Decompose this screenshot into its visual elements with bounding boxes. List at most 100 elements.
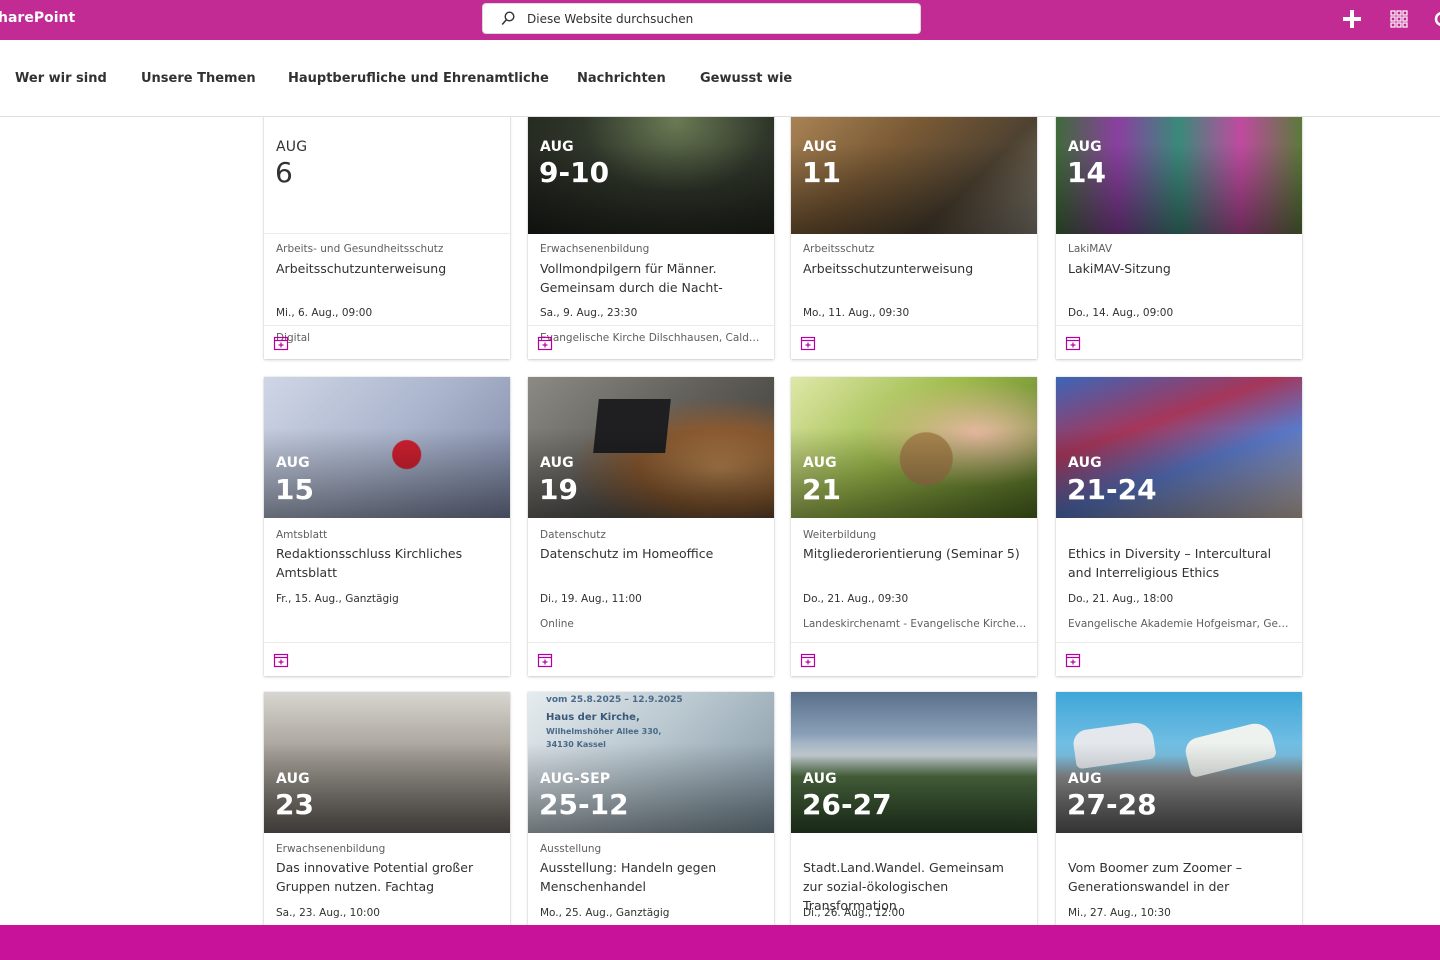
event-category: Erwachsenenbildung (276, 843, 386, 855)
event-card[interactable]: AUG 23 Erwachsenenbildung Das innovative… (264, 692, 510, 925)
nav-item-hauptberufliche[interactable]: Hauptberufliche und Ehrenamtliche (288, 71, 549, 86)
event-category: Arbeits- und Gesundheitsschutz (276, 243, 444, 255)
add-to-calendar-icon[interactable] (273, 652, 289, 668)
add-to-calendar-icon[interactable] (537, 652, 553, 668)
add-to-calendar-icon[interactable] (537, 335, 553, 351)
event-card[interactable]: vom 25.8.2025 – 12.9.2025 Haus der Kirch… (528, 692, 774, 925)
event-image: AUG 21 (791, 377, 1037, 518)
event-title[interactable]: Ausstellung: Handeln gegen Menschenhande… (540, 858, 764, 896)
event-day: 6 (275, 156, 293, 189)
event-day: 23 (275, 788, 314, 821)
event-month: AUG-SEP (540, 771, 611, 787)
event-date-block: AUG 6 (264, 117, 510, 234)
event-month: AUG (1068, 771, 1102, 787)
event-title[interactable]: Redaktionsschluss Kirchliches Amtsblatt (276, 544, 500, 582)
event-title[interactable]: Das innovative Potential großer Gruppen … (276, 858, 500, 896)
event-title[interactable]: Vom Boomer zum Zoomer – Generationswande… (1068, 858, 1292, 896)
search-box[interactable] (482, 3, 921, 34)
event-datetime: Do., 21. Aug., 09:30 (803, 593, 909, 605)
event-image: AUG 9-10 (528, 117, 774, 234)
event-image: vom 25.8.2025 – 12.9.2025 Haus der Kirch… (528, 692, 774, 833)
event-card[interactable]: AUG 21 Weiterbildung Mitgliederorientier… (791, 377, 1037, 676)
event-image: AUG 21-24 (1056, 377, 1302, 518)
event-month: AUG (540, 455, 574, 471)
event-datetime: Di., 19. Aug., 11:00 (540, 593, 642, 605)
event-title[interactable]: Ethics in Diversity – Intercultural and … (1068, 544, 1292, 582)
event-title[interactable]: Datenschutz im Homeoffice (540, 544, 764, 563)
app-brand[interactable]: harePoint (0, 10, 75, 26)
event-image: AUG 27-28 (1056, 692, 1302, 833)
event-category: Arbeitsschutz (803, 243, 875, 255)
event-datetime: Mo., 11. Aug., 09:30 (803, 307, 910, 319)
event-card[interactable]: AUG 9-10 Erwachsenenbildung Vollmondpilg… (528, 117, 774, 359)
event-card[interactable]: AUG 27-28 Vom Boomer zum Zoomer – Genera… (1056, 692, 1302, 925)
add-to-calendar-icon[interactable] (800, 335, 816, 351)
add-to-calendar-icon[interactable] (273, 335, 289, 351)
event-title[interactable]: Arbeitsschutzunterweisung (276, 259, 500, 278)
event-datetime: Do., 21. Aug., 18:00 (1068, 593, 1174, 605)
event-image: AUG 23 (264, 692, 510, 833)
app-launcher-icon[interactable] (1388, 8, 1410, 30)
event-footer (528, 325, 774, 359)
event-day: 21-24 (1067, 473, 1157, 506)
poster-text: vom 25.8.2025 – 12.9.2025 (546, 695, 683, 705)
event-card[interactable]: AUG 11 Arbeitsschutz Arbeitsschutzunterw… (791, 117, 1037, 359)
event-month: AUG (1068, 455, 1102, 471)
event-datetime: Mi., 6. Aug., 09:00 (276, 307, 373, 319)
event-footer (1056, 642, 1302, 676)
events-grid: AUG 6 Arbeits- und Gesundheitsschutz Arb… (0, 117, 1440, 925)
event-category: Ausstellung (540, 843, 602, 855)
add-to-calendar-icon[interactable] (1065, 335, 1081, 351)
event-datetime: Mo., 25. Aug., Ganztägig (540, 907, 670, 919)
event-month: AUG (540, 139, 574, 155)
event-card[interactable]: AUG 19 Datenschutz Datenschutz im Homeof… (528, 377, 774, 676)
event-title[interactable]: Vollmondpilgern für Männer. Gemeinsam du… (540, 259, 764, 297)
event-card[interactable]: AUG 14 LakiMAV LakiMAV-Sitzung Do., 14. … (1056, 117, 1302, 359)
event-datetime: Sa., 23. Aug., 10:00 (276, 907, 380, 919)
event-category: Datenschutz (540, 529, 606, 541)
top-navigation: Wer wir sind Unsere Themen Hauptberuflic… (0, 40, 1440, 117)
event-card[interactable]: AUG 26-27 Stadt.Land.Wandel. Gemeinsam z… (791, 692, 1037, 925)
add-to-calendar-icon[interactable] (1065, 652, 1081, 668)
poster-text: Haus der Kirche, (546, 712, 640, 723)
event-title[interactable]: Arbeitsschutzunterweisung (803, 259, 1027, 278)
event-footer (264, 325, 510, 359)
event-day: 14 (1067, 156, 1106, 189)
plus-icon[interactable] (1341, 8, 1363, 30)
nav-item-gewusst-wie[interactable]: Gewusst wie (700, 71, 792, 86)
event-datetime: Do., 14. Aug., 09:00 (1068, 307, 1174, 319)
event-title[interactable]: LakiMAV-Sitzung (1068, 259, 1292, 278)
event-title[interactable]: Mitgliederorientierung (Seminar 5) (803, 544, 1027, 563)
event-location: Evangelische Akademie Hofgeismar, Gesun.… (1068, 618, 1292, 630)
event-month: AUG (803, 771, 837, 787)
poster-text: Wilhelmshöher Allee 330, (546, 727, 662, 736)
event-image: AUG 19 (528, 377, 774, 518)
search-input[interactable] (527, 4, 907, 33)
bottom-bar (0, 925, 1440, 960)
event-day: 11 (802, 156, 841, 189)
event-footer (791, 325, 1037, 359)
event-day: 19 (539, 473, 578, 506)
settings-gear-icon[interactable] (1431, 8, 1440, 30)
add-to-calendar-icon[interactable] (800, 652, 816, 668)
event-datetime: Di., 26. Aug., 12:00 (803, 907, 905, 919)
event-image: AUG 11 (791, 117, 1037, 234)
event-month: AUG (276, 771, 310, 787)
nav-item-nachrichten[interactable]: Nachrichten (577, 71, 666, 86)
nav-item-wer-wir-sind[interactable]: Wer wir sind (15, 71, 107, 86)
event-footer (791, 642, 1037, 676)
event-image: AUG 15 (264, 377, 510, 518)
event-datetime: Mi., 27. Aug., 10:30 (1068, 907, 1171, 919)
event-datetime: Sa., 9. Aug., 23:30 (540, 307, 638, 319)
event-footer (528, 642, 774, 676)
event-category: Erwachsenenbildung (540, 243, 650, 255)
event-datetime: Fr., 15. Aug., Ganztägig (276, 593, 399, 605)
event-month: AUG (803, 139, 837, 155)
event-location: Online (540, 618, 574, 630)
event-day: 25-12 (539, 788, 629, 821)
search-icon (501, 11, 515, 25)
event-card[interactable]: AUG 15 Amtsblatt Redaktionsschluss Kirch… (264, 377, 510, 676)
event-card[interactable]: AUG 21-24 Ethics in Diversity – Intercul… (1056, 377, 1302, 676)
nav-item-unsere-themen[interactable]: Unsere Themen (141, 71, 256, 86)
event-card[interactable]: AUG 6 Arbeits- und Gesundheitsschutz Arb… (264, 117, 510, 359)
